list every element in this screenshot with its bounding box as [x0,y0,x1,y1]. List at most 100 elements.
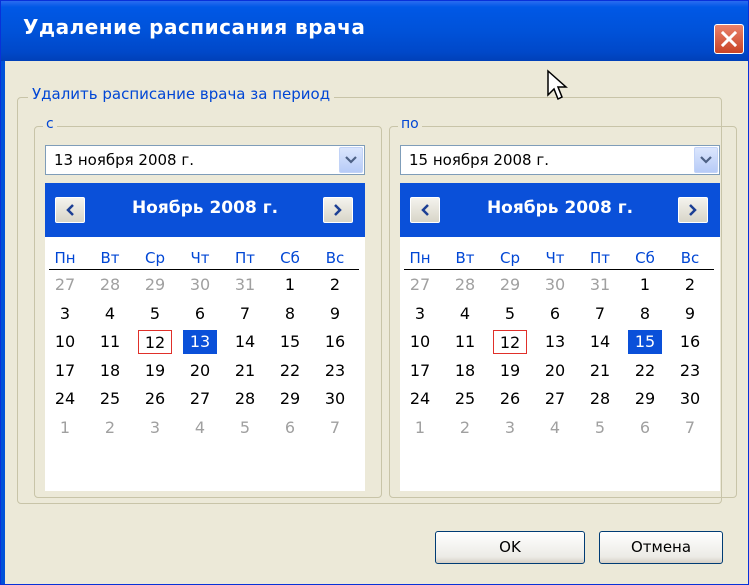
close-icon [720,30,738,48]
calendar-day[interactable]: 28 [448,273,482,297]
calendar-day[interactable]: 14 [228,330,262,354]
calendar-day[interactable]: 26 [493,387,527,411]
calendar-day[interactable]: 18 [448,359,482,383]
calendar-day[interactable]: 11 [93,330,127,354]
calendar-day[interactable]: 8 [628,302,662,326]
calendar-day[interactable]: 8 [273,302,307,326]
calendar-day[interactable]: 9 [318,302,352,326]
calendar-day[interactable]: 20 [538,359,572,383]
calendar-day[interactable]: 4 [448,302,482,326]
calendar-day[interactable]: 6 [273,416,307,440]
calendar-day[interactable]: 28 [228,387,262,411]
from-date-combo[interactable]: 13 ноября 2008 г. [45,145,365,175]
calendar-day[interactable]: 1 [403,416,437,440]
from-date-dropdown-button[interactable] [339,147,363,173]
calendar-day[interactable]: 7 [228,302,262,326]
calendar-day[interactable]: 19 [493,359,527,383]
to-date-combo[interactable]: 15 ноября 2008 г. [400,145,720,175]
calendar-day[interactable]: 25 [448,387,482,411]
calendar-day[interactable]: 7 [318,416,352,440]
calendar-day[interactable]: 11 [448,330,482,354]
calendar-day[interactable]: 2 [673,273,707,297]
calendar-day[interactable]: 16 [318,330,352,354]
calendar-day[interactable]: 30 [183,273,217,297]
calendar-day[interactable]: 29 [628,387,662,411]
calendar-day[interactable]: 2 [448,416,482,440]
to-prev-month-button[interactable] [410,197,440,223]
calendar-day[interactable]: 9 [673,302,707,326]
from-next-month-button[interactable] [323,197,353,223]
calendar-day[interactable]: 29 [493,273,527,297]
calendar-day[interactable]: 17 [48,359,82,383]
calendar-day[interactable]: 26 [138,387,172,411]
calendar-day[interactable]: 24 [403,387,437,411]
calendar-day[interactable]: 29 [273,387,307,411]
calendar-day[interactable]: 28 [583,387,617,411]
calendar-day[interactable]: 21 [228,359,262,383]
calendar-day[interactable]: 1 [628,273,662,297]
calendar-day[interactable]: 23 [673,359,707,383]
calendar-day[interactable]: 22 [628,359,662,383]
calendar-day[interactable]: 21 [583,359,617,383]
calendar-day[interactable]: 5 [138,302,172,326]
calendar-day[interactable]: 15 [273,330,307,354]
cancel-button[interactable]: Отмена [599,531,723,564]
calendar-day[interactable]: 14 [583,330,617,354]
calendar-day[interactable]: 31 [583,273,617,297]
to-next-month-button[interactable] [678,197,708,223]
calendar-day[interactable]: 12 [493,330,527,354]
ok-button[interactable]: OK [435,531,585,564]
calendar-day[interactable]: 7 [583,302,617,326]
from-prev-month-button[interactable] [55,197,85,223]
to-date-dropdown-button[interactable] [694,147,718,173]
calendar-day[interactable]: 3 [403,302,437,326]
calendar-day[interactable]: 3 [48,302,82,326]
calendar-day[interactable]: 13 [538,330,572,354]
calendar-day[interactable]: 15 [628,330,662,354]
calendar-day[interactable]: 1 [48,416,82,440]
calendar-day[interactable]: 16 [673,330,707,354]
weekday-header: Сб [635,249,655,267]
calendar-day[interactable]: 10 [48,330,82,354]
calendar-day[interactable]: 27 [403,273,437,297]
calendar-day[interactable]: 4 [93,302,127,326]
close-button[interactable] [714,24,744,54]
calendar-day[interactable]: 30 [673,387,707,411]
calendar-day[interactable]: 27 [183,387,217,411]
calendar-day[interactable]: 27 [48,273,82,297]
calendar-day[interactable]: 13 [183,330,217,354]
calendar-day[interactable]: 17 [403,359,437,383]
calendar-day[interactable]: 29 [138,273,172,297]
calendar-day[interactable]: 5 [228,416,262,440]
calendar-day[interactable]: 27 [538,387,572,411]
calendar-day[interactable]: 28 [93,273,127,297]
title-bar[interactable]: Удаление расписания врача [1,1,748,61]
calendar-day[interactable]: 30 [318,387,352,411]
calendar-day[interactable]: 2 [318,273,352,297]
calendar-day[interactable]: 4 [183,416,217,440]
calendar-day[interactable]: 3 [493,416,527,440]
from-month-label: Ноябрь 2008 г. [131,198,279,218]
calendar-day[interactable]: 5 [493,302,527,326]
calendar-day[interactable]: 7 [673,416,707,440]
calendar-day[interactable]: 31 [228,273,262,297]
calendar-day[interactable]: 6 [538,302,572,326]
calendar-day[interactable]: 24 [48,387,82,411]
calendar-day[interactable]: 22 [273,359,307,383]
calendar-day[interactable]: 18 [93,359,127,383]
calendar-day[interactable]: 30 [538,273,572,297]
calendar-day[interactable]: 23 [318,359,352,383]
calendar-day[interactable]: 4 [538,416,572,440]
window-left-border [1,61,5,584]
calendar-day[interactable]: 5 [583,416,617,440]
calendar-day[interactable]: 1 [273,273,307,297]
calendar-day[interactable]: 25 [93,387,127,411]
calendar-day[interactable]: 10 [403,330,437,354]
calendar-day[interactable]: 19 [138,359,172,383]
calendar-day[interactable]: 2 [93,416,127,440]
calendar-day[interactable]: 6 [628,416,662,440]
calendar-day[interactable]: 20 [183,359,217,383]
calendar-day[interactable]: 6 [183,302,217,326]
calendar-day[interactable]: 3 [138,416,172,440]
calendar-day[interactable]: 12 [138,330,172,354]
